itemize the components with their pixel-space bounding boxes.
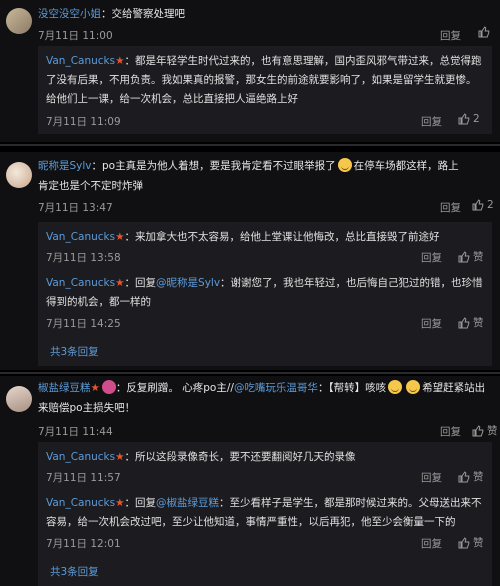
reply-box: Van_Canucks★：都是年轻学生时代过来的，也有意思理解，国内歪风邪气带过… [38,46,492,134]
reply-time: 7月11日 11:57 [46,472,121,484]
verified-star-icon: ★ [90,382,100,394]
comment-user[interactable]: 没空没空小姐 [38,8,101,20]
like-button[interactable] [478,26,490,38]
reply-user[interactable]: Van_Canucks [46,277,115,289]
reply-button[interactable]: 回复 [421,470,442,485]
reply-body: Van_Canucks★：回复@椒盐绿豆糕：至少看样子是学生，都是那时候过来的。… [46,497,482,528]
like-button[interactable]: 2 [458,113,480,125]
mention-link[interactable]: @昵称是Sylv [156,277,220,289]
comment-time: 7月11日 13:47 [38,202,113,214]
reply-button[interactable]: 回复 [440,200,461,215]
reply-time: 7月11日 12:01 [46,538,121,550]
verified-star-icon: ★ [115,497,125,509]
comment-body: 昵称是Sylv：po主真是为他人着想，要是我肯定看不过眼举报了 在停车场都这样，路… [38,158,459,192]
thumb-up-icon [478,26,490,38]
reply-body: Van_Canucks★：来加拿大也不太容易，给他上堂课让他悔改，总比直接毁了前… [46,231,440,243]
like-label: 赞 [473,251,484,263]
like-button[interactable]: 2 [472,199,494,211]
mention-link[interactable]: @吃嘴玩乐温哥华 [234,382,318,394]
thumb-up-icon [472,424,484,436]
reply-user[interactable]: Van_Canucks [46,451,115,463]
more-replies-link[interactable]: 共3条回复 [50,344,99,359]
thumb-up-icon [472,199,484,211]
reply-body: Van_Canucks★：回复@昵称是Sylv：谢谢您了，我也年轻过，也后悔自己… [46,277,483,308]
like-label: 赞 [473,537,484,549]
reply-button[interactable]: 回复 [440,424,461,439]
reply-button[interactable]: 回复 [421,536,442,551]
member-badge-icon [101,380,116,394]
comment-thread-3: 椒盐绿豆糕★ ：反复刷蹭。 心疼po主//@吃嘴玩乐温哥华：【帮转】咳咳 希望赶紧站… [0,376,500,586]
like-count: 2 [473,113,480,125]
reply-time: 7月11日 14:25 [46,318,121,330]
reply-box: Van_Canucks★：所以这段录像奇长，要不还要翻阅好几天的录像 7月11日… [38,442,492,586]
like-button[interactable]: 赞 [458,469,484,484]
reply-button[interactable]: 回复 [421,114,442,129]
laugh-emoji-icon [406,380,421,394]
like-button[interactable]: 赞 [472,423,498,438]
thumb-up-icon [458,536,470,548]
reply-box: Van_Canucks★：来加拿大也不太容易，给他上堂课让他悔改，总比直接毁了前… [38,222,492,366]
verified-star-icon: ★ [115,277,125,289]
thumb-up-icon [458,250,470,262]
like-count: 2 [487,199,494,211]
avatar[interactable] [6,162,32,188]
reply-body: Van_Canucks★：所以这段录像奇长，要不还要翻阅好几天的录像 [46,451,356,463]
reply-button[interactable]: 回复 [421,250,442,265]
divider [0,144,500,146]
comment-thread-1: 没空没空小姐：交给警察处理吧 7月11日 11:00 回复 Van_Canuck… [0,0,500,142]
reply-time: 7月11日 11:09 [46,116,121,128]
like-button[interactable]: 赞 [458,249,484,264]
reply-button[interactable]: 回复 [421,316,442,331]
avatar[interactable] [6,386,32,412]
thumb-up-icon [458,316,470,328]
mention-link[interactable]: @椒盐绿豆糕 [156,497,219,509]
reply-user[interactable]: Van_Canucks [46,497,115,509]
comment-time: 7月11日 11:44 [38,426,113,438]
divider [0,372,500,374]
comment-body: 椒盐绿豆糕★ ：反复刷蹭。 心疼po主//@吃嘴玩乐温哥华：【帮转】咳咳 希望赶紧站… [38,380,486,414]
laugh-emoji-icon [388,380,403,394]
like-button[interactable]: 赞 [458,315,484,330]
reply-user[interactable]: Van_Canucks [46,231,115,243]
reply-time: 7月11日 13:58 [46,252,121,264]
verified-star-icon: ★ [115,451,125,463]
like-label: 赞 [487,425,498,437]
comment-time: 7月11日 11:00 [38,30,113,42]
like-label: 赞 [473,471,484,483]
thumb-up-icon [458,470,470,482]
like-label: 赞 [473,317,484,329]
comment-user[interactable]: 昵称是Sylv [38,160,92,172]
reply-button[interactable]: 回复 [440,28,461,43]
comment-body: 没空没空小姐：交给警察处理吧 [38,8,185,20]
comment-thread-2: 昵称是Sylv：po主真是为他人着想，要是我肯定看不过眼举报了 在停车场都这样，路… [0,152,500,370]
verified-star-icon: ★ [115,55,125,67]
reply-user[interactable]: Van_Canucks [46,55,115,67]
like-button[interactable]: 赞 [458,535,484,550]
reply-body: Van_Canucks★：都是年轻学生时代过来的，也有意思理解，国内歪风邪气带过… [46,55,482,105]
avatar[interactable] [6,8,32,34]
comment-user[interactable]: 椒盐绿豆糕 [38,382,91,394]
emoji-icon [337,158,352,172]
thumb-up-icon [458,113,470,125]
verified-star-icon: ★ [115,231,125,243]
more-replies-link[interactable]: 共3条回复 [50,564,99,579]
